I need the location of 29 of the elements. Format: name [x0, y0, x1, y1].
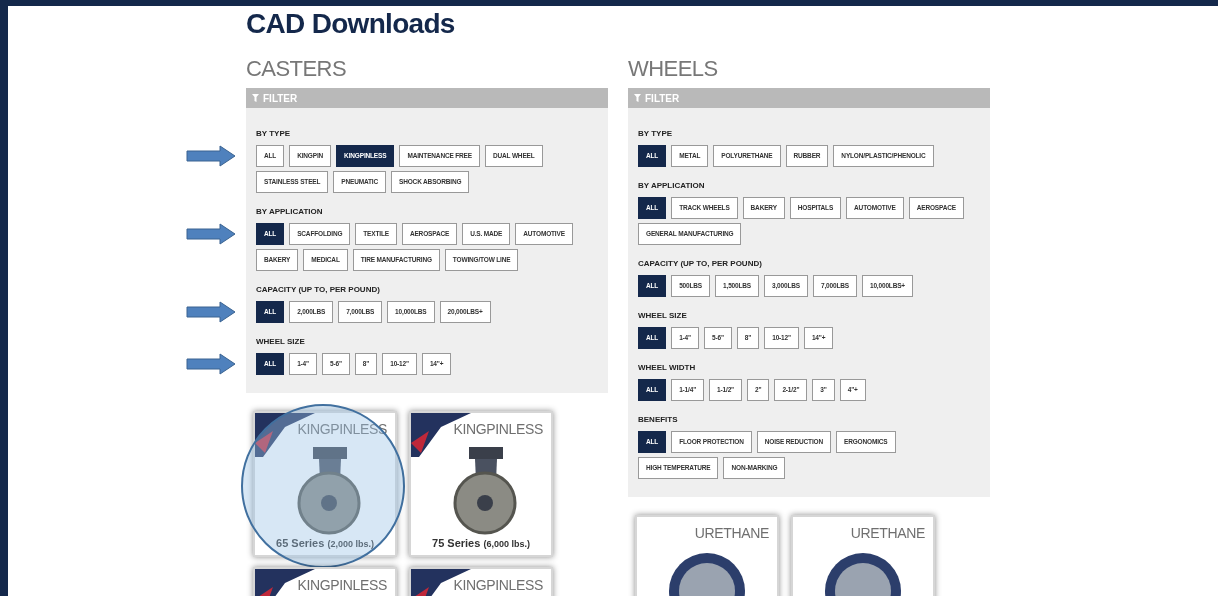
product-card[interactable]: URETHANE: [791, 515, 935, 596]
category-label: URETHANE: [694, 525, 769, 541]
section-heading: CASTERS: [246, 58, 348, 80]
filter-group-label: CAPACITY (UP TO, PER POUND): [638, 258, 763, 270]
filter-group-label: CAPACITY (UP TO, PER POUND): [256, 284, 381, 296]
product-caption: 75 Series (6,000 lbs.): [432, 536, 530, 551]
filter-group-label: BY APPLICATION: [256, 206, 324, 218]
filter-label: FILTER: [645, 91, 680, 106]
filter-group-label: BY APPLICATION: [638, 180, 706, 192]
product-card[interactable]: URETHANE: [635, 515, 779, 596]
filter-group-label: WHEEL SIZE: [256, 336, 306, 348]
product-card[interactable]: KINGPINLESS: [253, 567, 397, 596]
page-title: CAD Downloads: [246, 7, 456, 38]
filter-group-label: WHEEL SIZE: [638, 310, 688, 322]
category-label: URETHANE: [850, 525, 925, 541]
category-label: KINGPINLESS: [297, 577, 387, 593]
filter-icon: [252, 94, 259, 102]
filter-group-label: WHEEL WIDTH: [638, 362, 697, 374]
filter-group-label: BY TYPE: [638, 128, 674, 140]
filter-group-label: BY TYPE: [256, 128, 292, 140]
product-card[interactable]: KINGPINLESS 75 Series (6,000 lbs.): [409, 411, 553, 557]
filter-label: FILTER: [263, 91, 298, 106]
filter-group-label: BENEFITS: [638, 414, 679, 426]
filter-icon: [634, 94, 641, 102]
category-label: KINGPINLESS: [453, 421, 543, 437]
product-card[interactable]: KINGPINLESS: [409, 567, 553, 596]
section-heading: WHEELS: [628, 58, 719, 80]
category-label: KINGPINLESS: [453, 577, 543, 593]
product-caption: 65 Series (2,000 lbs.): [276, 536, 374, 551]
